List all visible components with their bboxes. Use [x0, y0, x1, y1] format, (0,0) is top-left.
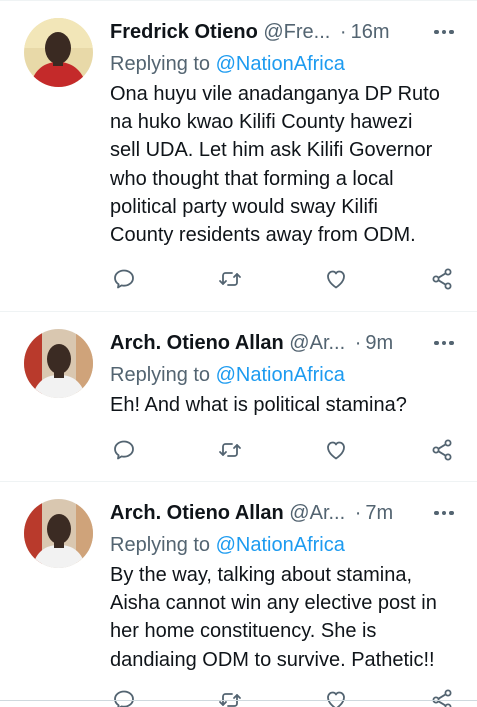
tweet-text-line: dandiaing ODM to survive. Pathetic!! [110, 648, 435, 671]
like-icon[interactable] [320, 684, 352, 707]
share-icon[interactable] [426, 434, 458, 466]
tweet-actions [110, 434, 457, 466]
reply-icon[interactable] [108, 434, 140, 466]
replying-prefix: Replying to [110, 53, 211, 75]
tweet-text-line: Eh! And what is political stamina? [110, 394, 407, 416]
tweet-text-line: Ona huyu vile anadanganya DP Ruto [110, 83, 440, 105]
tweet[interactable]: Arch. Otieno Allan @Ar... · 9m Replying t… [0, 311, 477, 481]
tweet-header: Arch. Otieno Allan @Ar... · 9m [110, 329, 457, 357]
tweet-text-line: na huko kwao Kilifi County hawezi [110, 111, 413, 134]
tweet-text-line: political party would sway Kilifi [110, 195, 378, 218]
separator: · [354, 502, 362, 524]
author-handle[interactable]: @Fre... [263, 21, 330, 43]
avatar[interactable] [24, 499, 93, 568]
tweet-actions [110, 684, 457, 707]
reply-icon[interactable] [108, 684, 140, 707]
more-options-icon[interactable] [427, 18, 461, 46]
divider [0, 700, 477, 701]
author-handle[interactable]: @Ar... [289, 332, 345, 354]
timeline-feed: Fredrick Otieno @Fre... · 16m Replying to… [0, 0, 477, 707]
tweet-actions [110, 263, 457, 295]
replying-to: Replying to @NationAfrica [110, 50, 345, 78]
tweet-time[interactable]: 16m [351, 21, 390, 43]
like-icon[interactable] [320, 263, 352, 295]
tweet-text-line: who thought that forming a local [110, 167, 394, 190]
tweet-text-line: Aisha cannot win any elective post in [110, 592, 437, 615]
tweet-time[interactable]: 7m [365, 502, 393, 524]
tweet-text-line: sell UDA. Let him ask Kilifi Governor [110, 139, 433, 162]
separator: · [339, 21, 347, 43]
tweet[interactable]: Fredrick Otieno @Fre... · 16m Replying to… [0, 0, 477, 311]
author-handle[interactable]: @Ar... [289, 502, 345, 524]
author-name[interactable]: Fredrick Otieno [110, 21, 258, 43]
tweet-text-line: County residents away from ODM. [110, 224, 416, 247]
share-icon[interactable] [426, 263, 458, 295]
tweet-text: Ona huyu vile anadanganya DP Ruto na huk… [110, 80, 462, 249]
avatar[interactable] [24, 329, 93, 398]
tweet-text-line: her home constituency. She is [110, 620, 377, 643]
replying-prefix: Replying to [110, 364, 211, 386]
share-icon[interactable] [426, 684, 458, 707]
like-icon[interactable] [320, 434, 352, 466]
replying-prefix: Replying to [110, 534, 211, 556]
reply-icon[interactable] [108, 263, 140, 295]
replying-to: Replying to @NationAfrica [110, 531, 345, 559]
mention-link[interactable]: @NationAfrica [216, 53, 345, 75]
avatar[interactable] [24, 18, 93, 87]
author-name[interactable]: Arch. Otieno Allan [110, 332, 284, 354]
more-options-icon[interactable] [427, 329, 461, 357]
more-options-icon[interactable] [427, 499, 461, 527]
retweet-icon[interactable] [214, 434, 246, 466]
tweet-header: Fredrick Otieno @Fre... · 16m [110, 18, 457, 46]
author-name[interactable]: Arch. Otieno Allan [110, 502, 284, 524]
tweet-time[interactable]: 9m [365, 332, 393, 354]
mention-link[interactable]: @NationAfrica [216, 534, 345, 556]
separator: · [354, 332, 362, 354]
tweet-text: Eh! And what is political stamina? [110, 391, 462, 419]
retweet-icon[interactable] [214, 684, 246, 707]
retweet-icon[interactable] [214, 263, 246, 295]
tweet-text: By the way, talking about stamina, Aisha… [110, 561, 462, 674]
tweet-header: Arch. Otieno Allan @Ar... · 7m [110, 499, 457, 527]
mention-link[interactable]: @NationAfrica [216, 364, 345, 386]
replying-to: Replying to @NationAfrica [110, 361, 345, 389]
tweet-text-line: By the way, talking about stamina, [110, 564, 413, 586]
tweet[interactable]: Arch. Otieno Allan @Ar... · 7m Replying t… [0, 481, 477, 707]
